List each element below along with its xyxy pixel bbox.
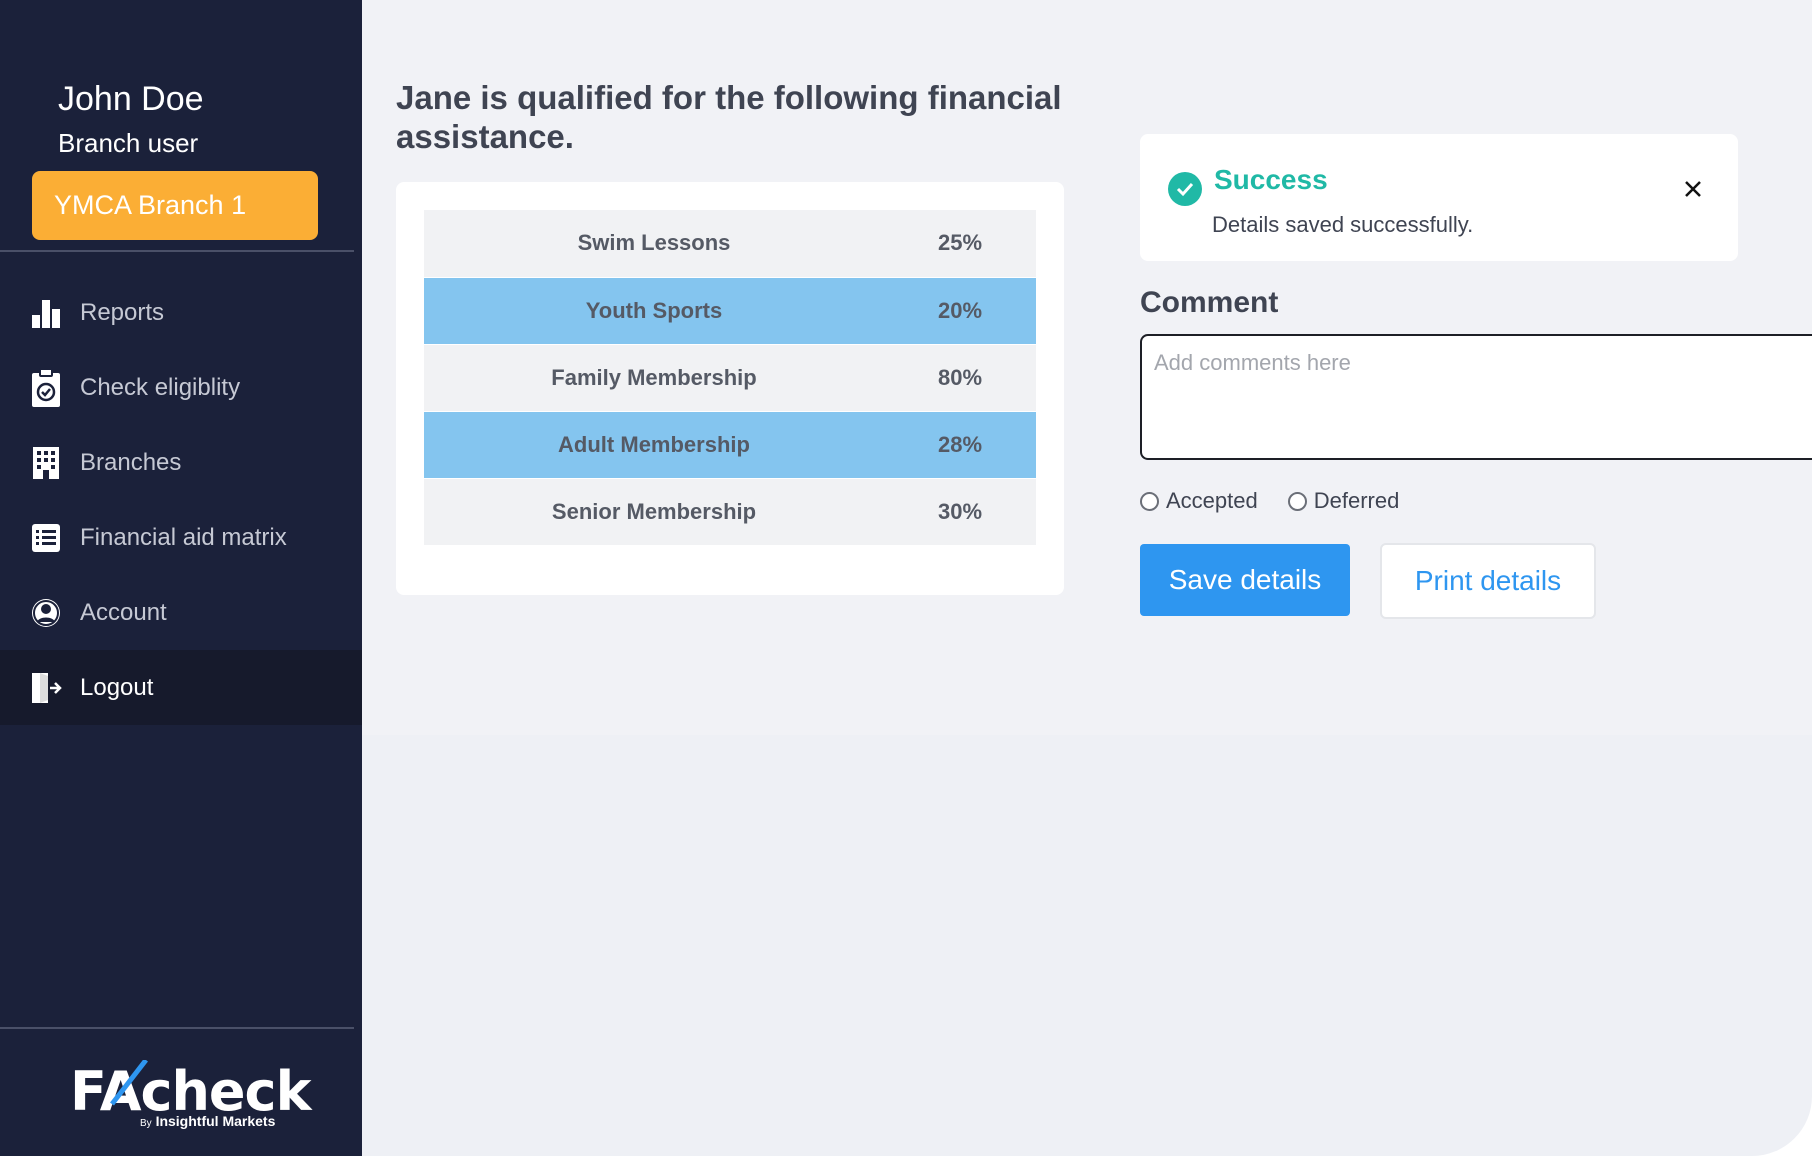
- radio-label: Accepted: [1166, 488, 1258, 513]
- user-role: Branch user: [58, 128, 199, 158]
- program-cell: Senior Membership: [551, 498, 757, 524]
- table-row: Senior Membership 30%: [424, 478, 1036, 545]
- sidebar-item-branches[interactable]: Branches: [0, 425, 362, 500]
- check-circle-icon: [1168, 172, 1202, 206]
- print-details-button[interactable]: Print details: [1380, 543, 1596, 619]
- page-title: Jane is qualified for the following fina…: [396, 79, 1062, 155]
- program-cell: Family Membership: [551, 364, 757, 390]
- user-circle-icon: [30, 597, 62, 629]
- percent-cell: 20%: [937, 297, 983, 323]
- percent-cell: 25%: [937, 230, 983, 256]
- sidebar-divider: [0, 1027, 354, 1029]
- sidebar-item-financial-aid-matrix[interactable]: Financial aid matrix: [0, 500, 362, 575]
- alert-title: Success: [1214, 164, 1328, 195]
- sidebar-item-label: Account: [80, 598, 167, 626]
- sidebar-nav: Reports Check eligiblity Branches Financ…: [0, 275, 362, 725]
- radio-deferred[interactable]: Deferred: [1287, 488, 1400, 514]
- sidebar: John Doe Branch user YMCA Branch 1 Repor…: [0, 0, 362, 1156]
- radio-circle[interactable]: [1287, 491, 1307, 511]
- facheck-logo: FAcheck By Insightful Markets: [70, 1060, 311, 1130]
- aid-table-card: Swim Lessons 25% Youth Sports 20% Family…: [396, 182, 1064, 595]
- logo-subtitle: By Insightful Markets: [140, 1113, 276, 1129]
- list-icon: [30, 522, 62, 554]
- sidebar-item-label: Logout: [80, 673, 154, 701]
- sidebar-item-label: Check eligiblity: [80, 373, 241, 401]
- table-row: Family Membership 80%: [424, 344, 1036, 411]
- branch-selector-button[interactable]: YMCA Branch 1: [32, 171, 318, 240]
- sidebar-divider: [0, 250, 354, 252]
- comment-input[interactable]: [1140, 334, 1812, 460]
- percent-cell: 80%: [937, 364, 983, 390]
- program-cell: Adult Membership: [558, 431, 750, 457]
- bar-chart-icon: [30, 297, 62, 329]
- success-alert: Success Details saved successfully.: [1140, 134, 1738, 261]
- decision-radio-group: Accepted Deferred: [1140, 488, 1429, 514]
- sidebar-item-check-eligibility[interactable]: Check eligiblity: [0, 350, 362, 425]
- comment-label: Comment: [1140, 286, 1279, 319]
- sidebar-item-label: Reports: [80, 298, 165, 326]
- percent-cell: 30%: [937, 498, 983, 524]
- logo-check-icon: [110, 1060, 148, 1106]
- alert-message: Details saved successfully.: [1212, 212, 1474, 237]
- clipboard-check-icon: [30, 367, 62, 407]
- percent-cell: 28%: [937, 431, 983, 457]
- sidebar-item-label: Branches: [80, 448, 182, 476]
- main-content: Jane is qualified for the following fina…: [362, 0, 1812, 1156]
- building-icon: [30, 446, 62, 479]
- close-icon[interactable]: [1680, 176, 1706, 202]
- table-row: Adult Membership 28%: [424, 411, 1036, 478]
- radio-circle[interactable]: [1140, 491, 1159, 511]
- sidebar-item-logout[interactable]: Logout: [0, 650, 362, 725]
- sidebar-item-account[interactable]: Account: [0, 575, 362, 650]
- program-cell: Youth Sports: [585, 297, 723, 323]
- user-name: John Doe: [58, 80, 204, 118]
- radio-accepted[interactable]: Accepted: [1140, 488, 1258, 514]
- save-details-button[interactable]: Save details: [1140, 544, 1350, 616]
- aid-table: Swim Lessons 25% Youth Sports 20% Family…: [424, 210, 1036, 546]
- table-row: Swim Lessons 25%: [424, 210, 1036, 277]
- sidebar-item-reports[interactable]: Reports: [0, 275, 362, 350]
- table-row: Youth Sports 20%: [424, 277, 1036, 344]
- sidebar-item-label: Financial aid matrix: [80, 523, 287, 551]
- program-cell: Swim Lessons: [577, 230, 731, 256]
- radio-label: Deferred: [1313, 488, 1400, 513]
- logout-icon: [30, 672, 62, 704]
- app-frame: John Doe Branch user YMCA Branch 1 Repor…: [0, 0, 1812, 1156]
